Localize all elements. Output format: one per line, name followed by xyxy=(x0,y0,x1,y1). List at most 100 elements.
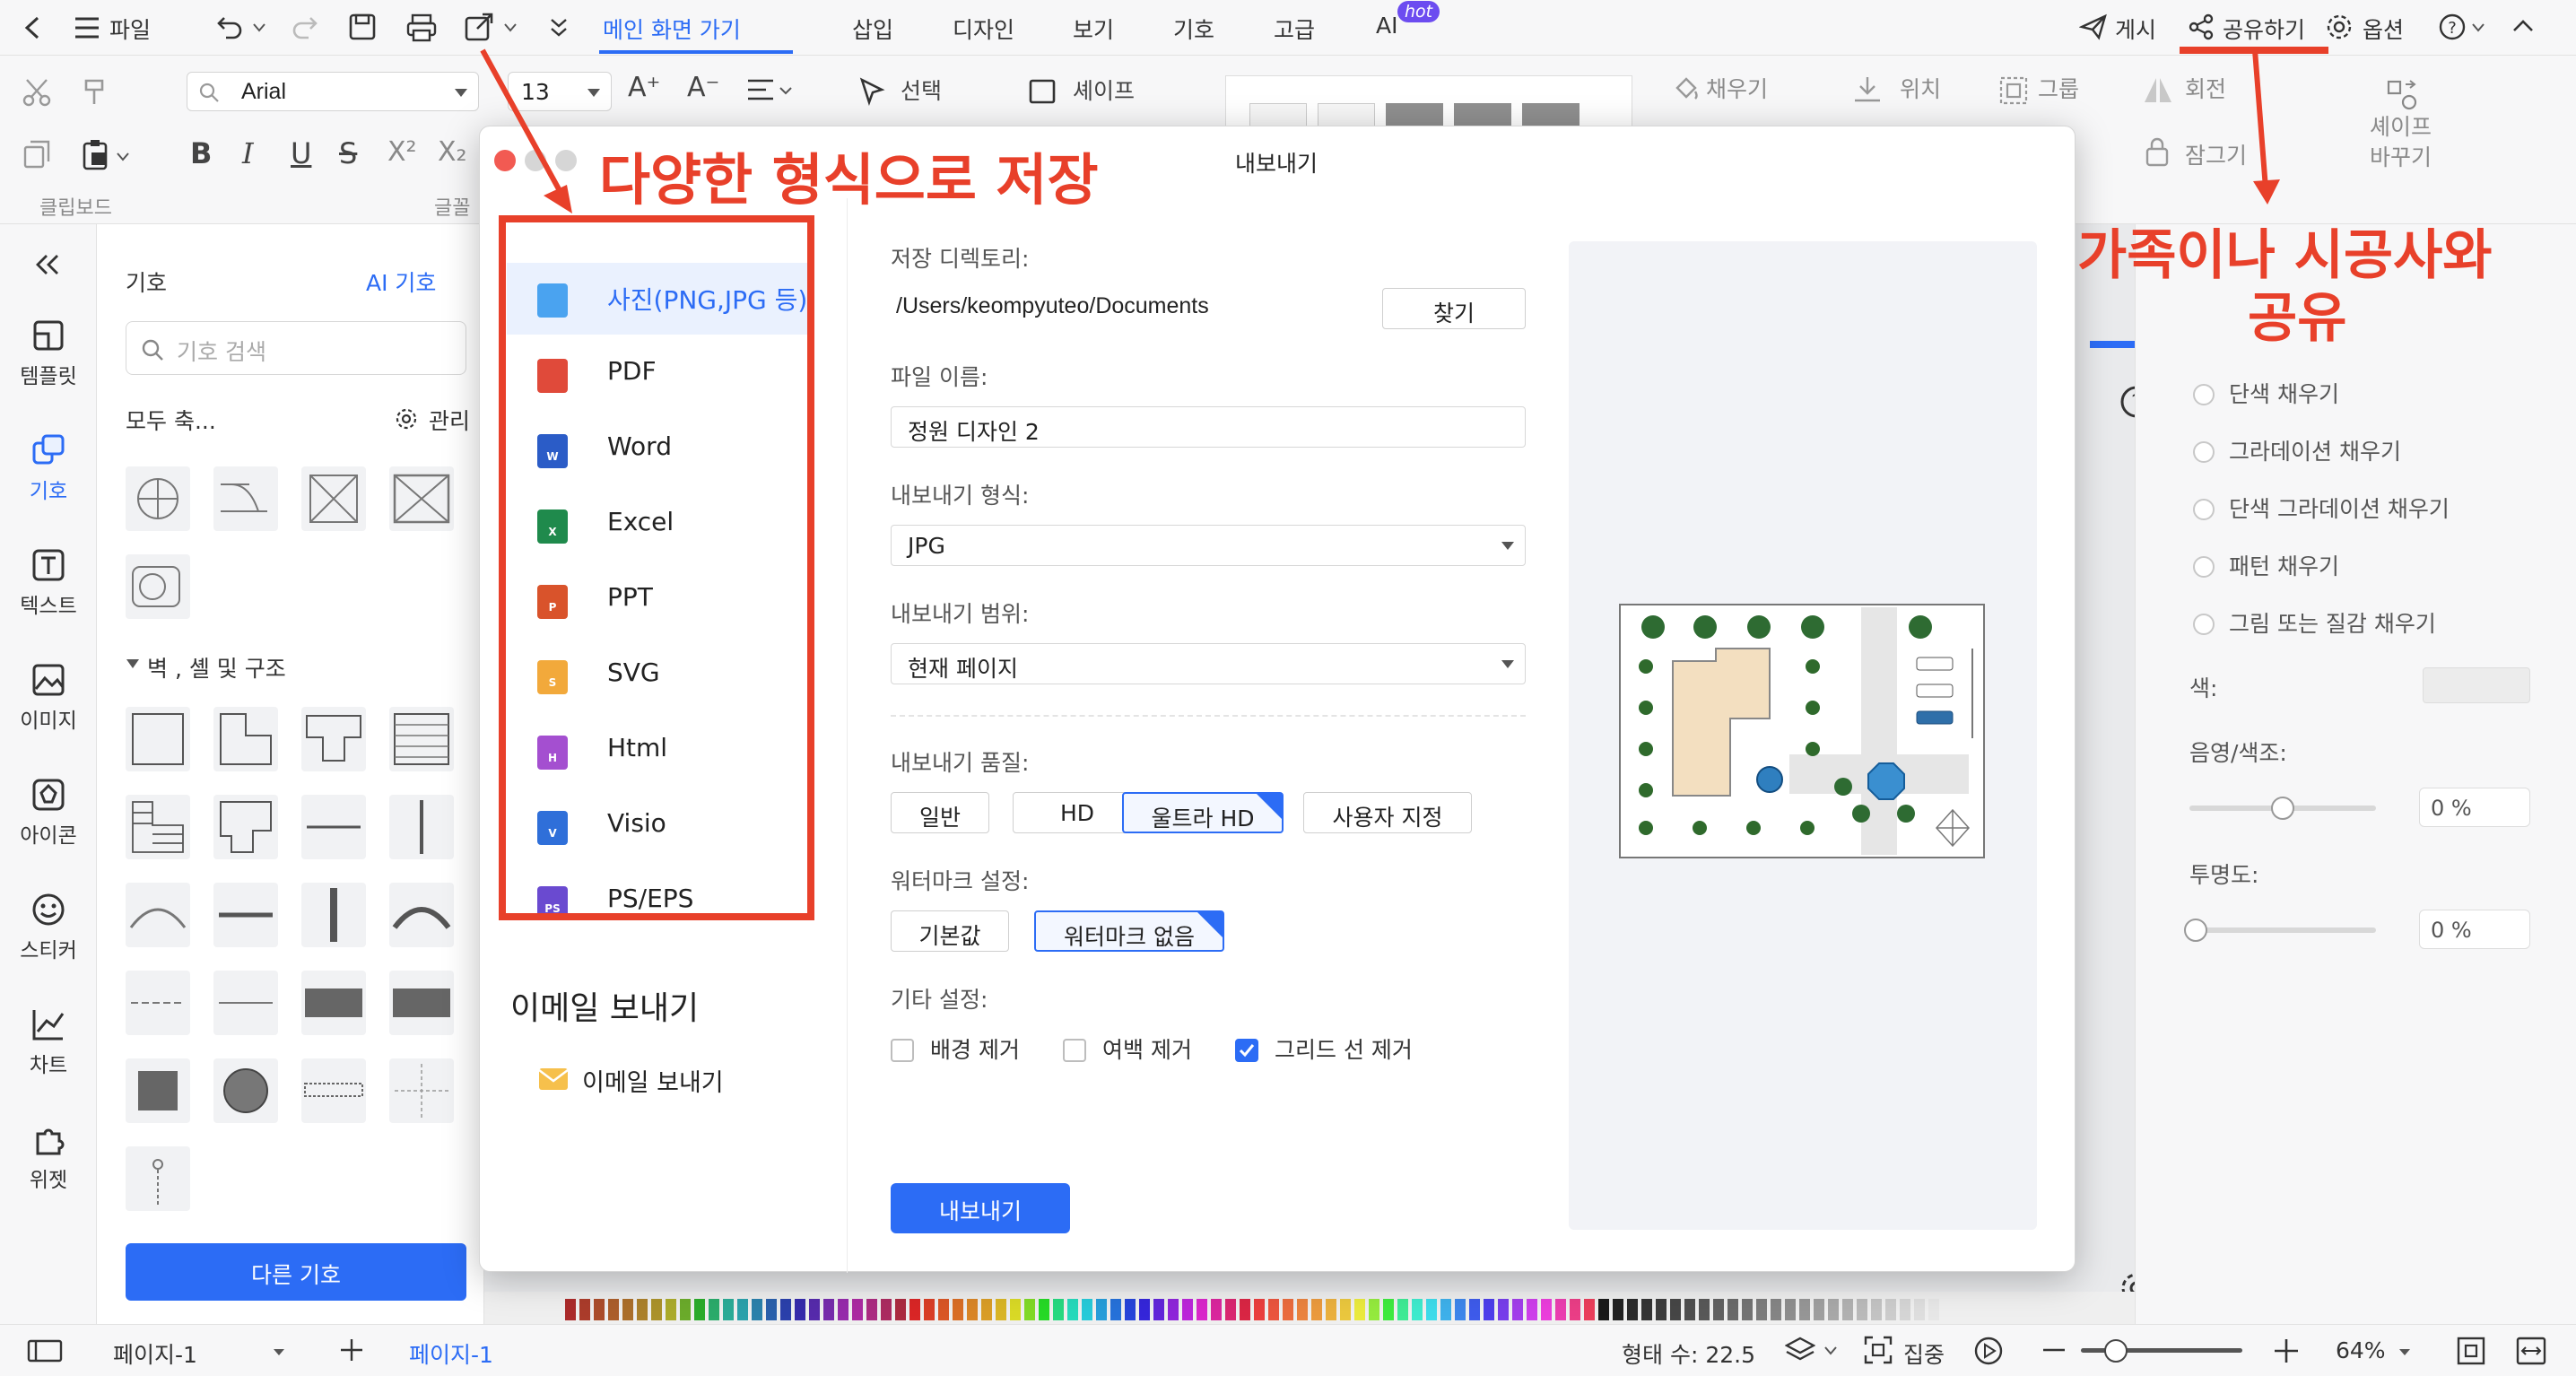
palette-swatch[interactable] xyxy=(780,1299,791,1320)
symbol-item[interactable] xyxy=(389,795,454,859)
palette-swatch[interactable] xyxy=(1225,1299,1236,1320)
palette-swatch[interactable] xyxy=(594,1299,605,1320)
palette-swatch[interactable] xyxy=(1139,1299,1150,1320)
undo-icon[interactable] xyxy=(215,13,246,41)
palette-swatch[interactable] xyxy=(1484,1299,1494,1320)
palette-swatch[interactable] xyxy=(1283,1299,1293,1320)
palette-swatch[interactable] xyxy=(1555,1299,1566,1320)
rail-item-images[interactable]: 이미지 xyxy=(0,662,97,734)
palette-swatch[interactable] xyxy=(752,1299,762,1320)
palette-swatch[interactable] xyxy=(1240,1299,1250,1320)
zoom-dropdown-icon[interactable] xyxy=(2398,1348,2411,1357)
palette-swatch[interactable] xyxy=(1727,1299,1738,1320)
palette-swatch[interactable] xyxy=(651,1299,662,1320)
layers-icon[interactable] xyxy=(1785,1336,1815,1364)
symbol-item[interactable] xyxy=(213,795,278,859)
page-select-dropdown-icon[interactable] xyxy=(273,1348,285,1357)
palette-swatch[interactable] xyxy=(1354,1299,1365,1320)
palette-swatch[interactable] xyxy=(1268,1299,1279,1320)
fullscreen-icon[interactable] xyxy=(2515,1336,2547,1366)
palette-swatch[interactable] xyxy=(1928,1299,1939,1320)
palette-swatch[interactable] xyxy=(766,1299,777,1320)
palette-swatch[interactable] xyxy=(1742,1299,1753,1320)
format-painter-icon[interactable] xyxy=(81,77,113,108)
palette-swatch[interactable] xyxy=(1412,1299,1423,1320)
palette-swatch[interactable] xyxy=(938,1299,949,1320)
palette-swatch[interactable] xyxy=(909,1299,920,1320)
color-swatch[interactable] xyxy=(2423,667,2530,703)
collapse-panel-icon[interactable] xyxy=(32,253,63,276)
tab-ai[interactable]: AI xyxy=(1376,13,1397,39)
symbol-item[interactable] xyxy=(213,466,278,531)
palette-swatch[interactable] xyxy=(795,1299,805,1320)
help-dropdown-icon[interactable] xyxy=(2472,23,2485,32)
collapse-all-button[interactable]: 모두 축... xyxy=(126,404,216,436)
hamburger-icon[interactable] xyxy=(74,16,100,39)
symbol-item[interactable] xyxy=(126,707,190,771)
palette-swatch[interactable] xyxy=(1039,1299,1049,1320)
quality-ultra-hd-option[interactable]: 울트라 HD xyxy=(1122,792,1284,833)
palette-swatch[interactable] xyxy=(1541,1299,1552,1320)
range-select[interactable]: 현재 페이지 xyxy=(891,643,1526,684)
fit-page-icon[interactable] xyxy=(2456,1336,2486,1366)
export-dropdown-icon[interactable] xyxy=(504,23,517,32)
symbol-item[interactable] xyxy=(389,707,454,771)
back-icon[interactable] xyxy=(22,14,43,41)
opacity-input[interactable]: 0 % xyxy=(2419,910,2530,949)
palette-swatch[interactable] xyxy=(1426,1299,1437,1320)
paste-icon[interactable] xyxy=(81,138,113,170)
palette-swatch[interactable] xyxy=(881,1299,892,1320)
palette-swatch[interactable] xyxy=(1814,1299,1824,1320)
copy-icon[interactable] xyxy=(22,138,54,170)
palette-swatch[interactable] xyxy=(924,1299,935,1320)
send-email-item[interactable]: 이메일 보내기 xyxy=(510,1049,815,1111)
format-select[interactable]: JPG xyxy=(891,525,1526,566)
collapse-ribbon-icon[interactable] xyxy=(2511,16,2535,34)
palette-swatch[interactable] xyxy=(1010,1299,1021,1320)
fill-option-solid-gradient[interactable]: 단색 그라데이션 채우기 xyxy=(2193,492,2450,524)
rail-item-widgets[interactable]: 위젯 xyxy=(0,1121,97,1193)
palette-swatch[interactable] xyxy=(809,1299,820,1320)
palette-swatch[interactable] xyxy=(1455,1299,1466,1320)
symbol-item[interactable] xyxy=(301,971,366,1035)
opacity-slider-knob[interactable] xyxy=(2184,919,2207,942)
palette-swatch[interactable] xyxy=(1842,1299,1853,1320)
play-icon[interactable] xyxy=(1973,1336,2004,1366)
rail-item-icons[interactable]: 아이콘 xyxy=(0,777,97,849)
focus-icon[interactable] xyxy=(1864,1336,1893,1364)
palette-swatch[interactable] xyxy=(1785,1299,1796,1320)
palette-swatch[interactable] xyxy=(1469,1299,1480,1320)
palette-swatch[interactable] xyxy=(1885,1299,1896,1320)
palette-swatch[interactable] xyxy=(579,1299,590,1320)
palette-swatch[interactable] xyxy=(1756,1299,1767,1320)
palette-swatch[interactable] xyxy=(1771,1299,1781,1320)
palette-swatch[interactable] xyxy=(1125,1299,1136,1320)
palette-swatch[interactable] xyxy=(953,1299,963,1320)
palette-swatch[interactable] xyxy=(1584,1299,1595,1320)
palette-swatch[interactable] xyxy=(1311,1299,1322,1320)
fill-option-solid[interactable]: 단색 채우기 xyxy=(2193,377,2339,409)
palette-swatch[interactable] xyxy=(981,1299,992,1320)
palette-swatch[interactable] xyxy=(1857,1299,1867,1320)
rail-item-templates[interactable]: 템플릿 xyxy=(0,318,97,389)
palette-swatch[interactable] xyxy=(1383,1299,1394,1320)
palette-swatch[interactable] xyxy=(622,1299,633,1320)
palette-swatch[interactable] xyxy=(723,1299,734,1320)
palette-swatch[interactable] xyxy=(1684,1299,1695,1320)
palette-swatch[interactable] xyxy=(1053,1299,1064,1320)
print-icon[interactable] xyxy=(405,13,438,43)
palette-swatch[interactable] xyxy=(1110,1299,1121,1320)
palette-swatch[interactable] xyxy=(1713,1299,1724,1320)
palette-swatch[interactable] xyxy=(1440,1299,1451,1320)
manage-gear-icon[interactable] xyxy=(395,407,418,431)
symbol-item[interactable] xyxy=(213,707,278,771)
palette-swatch[interactable] xyxy=(967,1299,978,1320)
palette-swatch[interactable] xyxy=(1254,1299,1265,1320)
rail-item-symbols[interactable]: 기호 xyxy=(0,432,97,504)
palette-swatch[interactable] xyxy=(1670,1299,1681,1320)
fill-option-picture[interactable]: 그림 또는 질감 채우기 xyxy=(2193,606,2436,639)
symbol-item[interactable] xyxy=(389,466,454,531)
fill-option-pattern[interactable]: 패턴 채우기 xyxy=(2193,549,2339,581)
undo-dropdown-icon[interactable] xyxy=(253,23,265,32)
symbol-item[interactable] xyxy=(126,554,190,619)
